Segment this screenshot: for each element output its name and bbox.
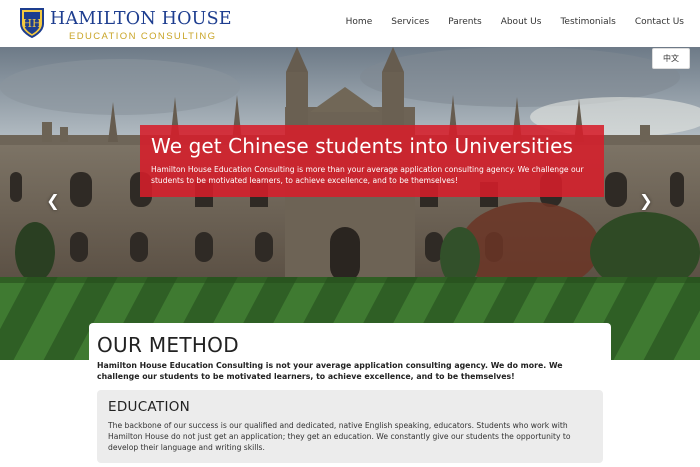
- brand-logo[interactable]: HH HAMILTON HOUSE EDUCATION CONSULTING: [19, 7, 232, 42]
- main-nav: Home Services Parents About Us Testimoni…: [327, 17, 684, 27]
- education-text: The backbone of our success is our quali…: [108, 421, 571, 452]
- hero-text: Hamilton House Education Consulting is m…: [151, 165, 584, 185]
- hero-title: We get Chinese students into Universitie…: [151, 134, 574, 158]
- hero-caption: We get Chinese students into Universitie…: [140, 125, 604, 197]
- nav-contact-us[interactable]: Contact Us: [635, 17, 684, 27]
- chevron-right-icon[interactable]: ❯: [639, 193, 653, 209]
- crest-icon: HH: [20, 8, 44, 39]
- site-header: HH HAMILTON HOUSE EDUCATION CONSULTING H…: [0, 0, 700, 47]
- chevron-left-icon[interactable]: ❮: [46, 193, 60, 209]
- nav-home[interactable]: Home: [346, 17, 373, 27]
- hero-slider: 中文 ❮ ❯ We get Chinese students into Univ…: [0, 47, 700, 360]
- education-title: EDUCATION: [108, 399, 191, 415]
- language-toggle-button[interactable]: 中文: [652, 48, 690, 69]
- education-panel: EDUCATION The backbone of our success is…: [97, 390, 603, 463]
- brand-name: HAMILTON HOUSE: [50, 9, 232, 29]
- hero-image: [0, 47, 700, 360]
- nav-services[interactable]: Services: [391, 17, 429, 27]
- method-lead: Hamilton House Education Consulting is n…: [97, 361, 563, 381]
- crest-letters: HH: [22, 17, 41, 30]
- brand-subtitle: EDUCATION CONSULTING: [69, 31, 217, 42]
- method-section: OUR METHOD Hamilton House Education Cons…: [89, 323, 611, 467]
- nav-testimonials[interactable]: Testimonials: [560, 17, 615, 27]
- nav-about-us[interactable]: About Us: [501, 17, 542, 27]
- method-title: OUR METHOD: [97, 333, 239, 357]
- nav-parents[interactable]: Parents: [448, 17, 482, 27]
